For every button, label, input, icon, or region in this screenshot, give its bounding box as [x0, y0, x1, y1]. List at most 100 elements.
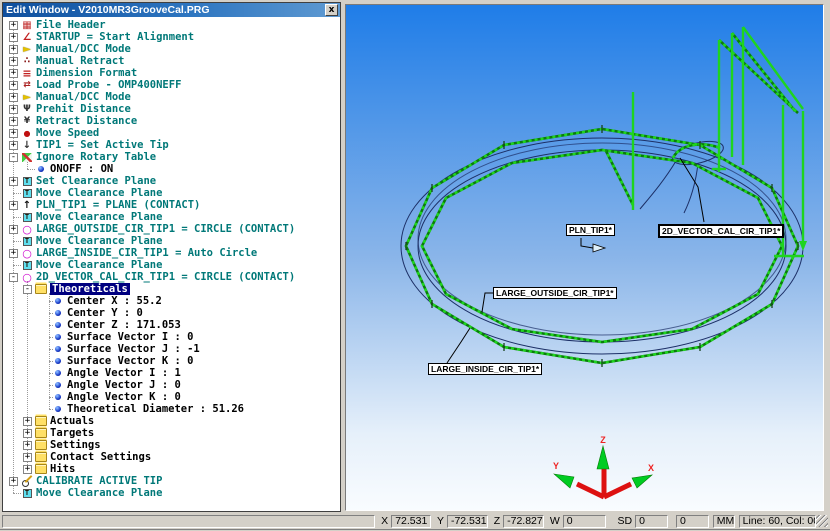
tree-row[interactable]: Center X : 55.2: [3, 295, 340, 307]
expand-toggle-icon[interactable]: +: [23, 441, 32, 450]
tree-item-label: LARGE_INSIDE_CIR_TIP1 = Auto Circle: [36, 247, 257, 259]
load-probe-icon: [21, 80, 33, 91]
tree-row[interactable]: + Settings: [3, 439, 340, 451]
dimension-format-icon: [21, 68, 33, 79]
tree-row[interactable]: + STARTUP = Start Alignment: [3, 31, 340, 43]
manual-dcc-mode-icon: [21, 92, 33, 103]
expand-toggle-icon[interactable]: -: [9, 153, 18, 162]
tree-row[interactable]: + Manual/DCC Mode: [3, 43, 340, 55]
feature-label-large-outside-cir-tip1[interactable]: LARGE_OUTSIDE_CIR_TIP1*: [493, 287, 617, 299]
status-sd-value: 0: [635, 515, 668, 528]
tree-row[interactable]: + Manual Retract: [3, 55, 340, 67]
tree-row[interactable]: Move Clearance Plane: [3, 235, 340, 247]
tree-row[interactable]: + Contact Settings: [3, 451, 340, 463]
feature-label-pln-tip1[interactable]: PLN_TIP1*: [566, 224, 615, 236]
tree-item-label: Settings: [50, 439, 101, 451]
tree-row[interactable]: Angle Vector I : 1: [3, 367, 340, 379]
expand-toggle-icon[interactable]: +: [9, 33, 18, 42]
feature-label-large-inside-cir-tip1[interactable]: LARGE_INSIDE_CIR_TIP1*: [428, 363, 542, 375]
expand-toggle-icon[interactable]: +: [9, 117, 18, 126]
graphics-viewport[interactable]: Z Y X PLN_TIP1* 2D_VECTOR_CAL_CIR_TIP1* …: [345, 4, 824, 511]
circle-feature-icon: [21, 272, 33, 283]
tree-row[interactable]: + Move Speed: [3, 127, 340, 139]
expand-toggle-icon[interactable]: +: [23, 465, 32, 474]
tree-row[interactable]: Angle Vector J : 0: [3, 379, 340, 391]
status-caret-position: Line: 60, Col: 001: [739, 515, 816, 528]
expand-toggle-icon[interactable]: +: [9, 141, 18, 150]
expand-toggle-icon[interactable]: -: [9, 273, 18, 282]
tree-item-label: Surface Vector K : 0: [67, 355, 193, 367]
expand-toggle-icon[interactable]: +: [9, 201, 18, 210]
tree-row[interactable]: Theoretical Diameter : 51.26: [3, 403, 340, 415]
status-z-value: -72.827: [503, 515, 544, 528]
retract-distance-icon: [21, 116, 33, 127]
cad-canvas[interactable]: Z Y X: [346, 5, 823, 510]
expand-toggle-icon[interactable]: +: [9, 225, 18, 234]
tree-row[interactable]: + Load Probe - OMP400NEFF: [3, 79, 340, 91]
resize-grip[interactable]: [816, 515, 828, 527]
plane-feature-icon: [21, 200, 33, 211]
tree-row[interactable]: + Actuals: [3, 415, 340, 427]
tree-row[interactable]: + Targets: [3, 427, 340, 439]
tree-row[interactable]: + Retract Distance: [3, 115, 340, 127]
expand-toggle-icon[interactable]: +: [23, 417, 32, 426]
expand-toggle-icon[interactable]: +: [9, 477, 18, 486]
status-bar: X 72.531 Y -72.531 Z -72.827 W 0 SD 0 0 …: [0, 513, 830, 530]
status-w-label: W: [550, 515, 560, 527]
tree-row[interactable]: + CALIBRATE ACTIVE TIP: [3, 475, 340, 487]
tree-row[interactable]: Surface Vector K : 0: [3, 355, 340, 367]
tree-row[interactable]: + Manual/DCC Mode: [3, 91, 340, 103]
expand-toggle-icon[interactable]: +: [9, 21, 18, 30]
tree-row[interactable]: Angle Vector K : 0: [3, 391, 340, 403]
close-icon[interactable]: x: [325, 4, 338, 16]
tree-row[interactable]: + Set Clearance Plane: [3, 175, 340, 187]
tree-item-label: Angle Vector K : 0: [67, 391, 181, 403]
manual-retract-icon: [21, 56, 33, 67]
tree-row[interactable]: Move Clearance Plane: [3, 259, 340, 271]
edit-window-titlebar[interactable]: Edit Window - V2010MR3GrooveCal.PRG x: [3, 3, 340, 17]
expand-toggle-icon[interactable]: -: [23, 285, 32, 294]
file-header-icon: [21, 20, 33, 31]
tree-row[interactable]: Move Clearance Plane: [3, 211, 340, 223]
status-x-value: 72.531: [391, 515, 431, 528]
expand-toggle-icon[interactable]: +: [9, 177, 18, 186]
expand-toggle-icon[interactable]: +: [9, 129, 18, 138]
tree-row[interactable]: + File Header: [3, 19, 340, 31]
tree-row[interactable]: ONOFF : ON: [3, 163, 340, 175]
x-axis-label: X: [648, 463, 654, 473]
tree-row[interactable]: + Hits: [3, 463, 340, 475]
tree-row[interactable]: + LARGE_INSIDE_CIR_TIP1 = Auto Circle: [3, 247, 340, 259]
tree-row[interactable]: Center Z : 171.053: [3, 319, 340, 331]
tree-row[interactable]: + TIP1 = Set Active Tip: [3, 139, 340, 151]
tree-row[interactable]: Surface Vector I : 0: [3, 331, 340, 343]
clearance-plane-icon: [21, 212, 33, 223]
tree-row[interactable]: + PLN_TIP1 = PLANE (CONTACT): [3, 199, 340, 211]
expand-toggle-icon[interactable]: +: [9, 69, 18, 78]
expand-toggle-icon[interactable]: +: [9, 57, 18, 66]
tree-row[interactable]: - Theoreticals: [3, 283, 340, 295]
expand-toggle-icon[interactable]: +: [9, 249, 18, 258]
tree-item-label: Move Clearance Plane: [36, 187, 162, 199]
tree-row[interactable]: + LARGE_OUTSIDE_CIR_TIP1 = CIRCLE (CONTA…: [3, 223, 340, 235]
ignore-rotary-table-icon: [21, 152, 33, 163]
expand-toggle-icon[interactable]: +: [9, 45, 18, 54]
tree-item-label: Move Clearance Plane: [36, 211, 162, 223]
expand-toggle-icon[interactable]: +: [9, 81, 18, 90]
tree-row[interactable]: + Dimension Format: [3, 67, 340, 79]
status-message-cell: [2, 515, 375, 528]
tree-row[interactable]: - Ignore Rotary Table: [3, 151, 340, 163]
expand-toggle-icon[interactable]: +: [9, 93, 18, 102]
value-bullet-icon: [52, 320, 64, 331]
tree-row[interactable]: - 2D_VECTOR_CAL_CIR_TIP1 = CIRCLE (CONTA…: [3, 271, 340, 283]
tree-row[interactable]: Center Y : 0: [3, 307, 340, 319]
tree-row[interactable]: Surface Vector J : -1: [3, 343, 340, 355]
expand-toggle-icon[interactable]: +: [23, 453, 32, 462]
tree-item-label: Center Z : 171.053: [67, 319, 181, 331]
tree-row[interactable]: + Prehit Distance: [3, 103, 340, 115]
tree-row[interactable]: Move Clearance Plane: [3, 487, 340, 499]
expand-toggle-icon[interactable]: +: [23, 429, 32, 438]
expand-toggle-icon[interactable]: +: [9, 105, 18, 114]
tree-row[interactable]: Move Clearance Plane: [3, 187, 340, 199]
feature-label-2d-vector-cal-cir-tip1[interactable]: 2D_VECTOR_CAL_CIR_TIP1*: [658, 224, 784, 238]
status-sd-label: SD: [618, 515, 633, 527]
